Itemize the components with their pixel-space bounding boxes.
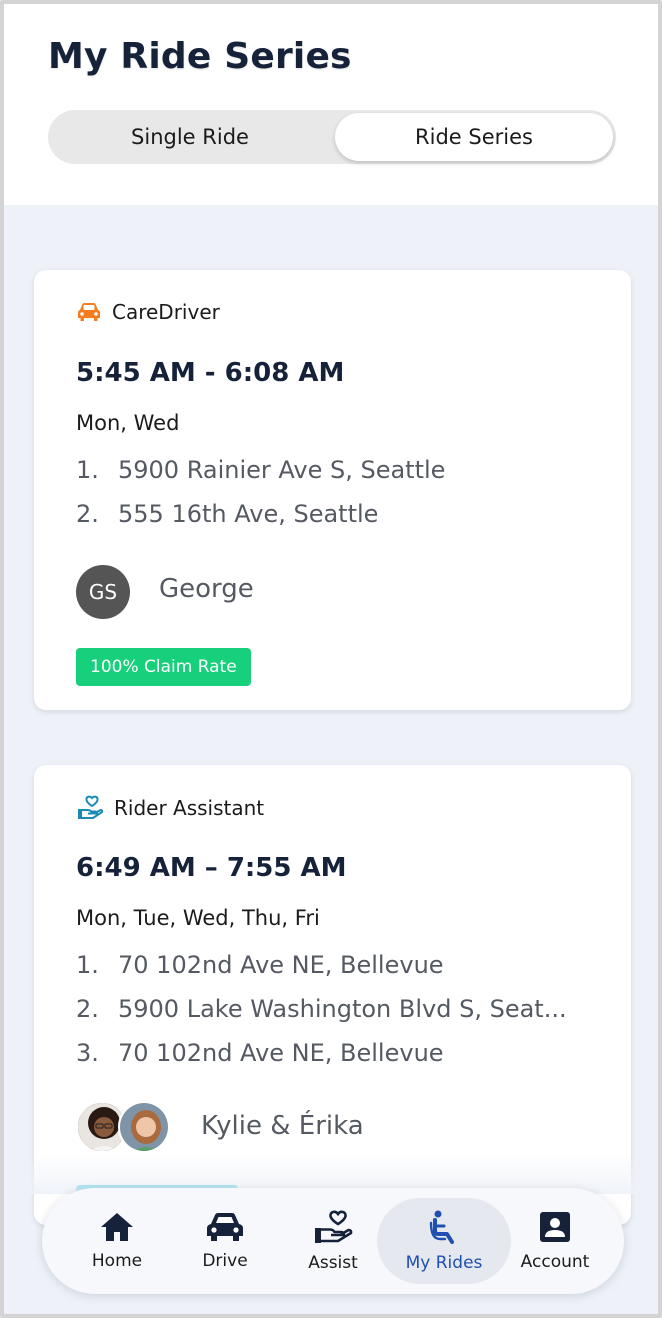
rider-name: George — [159, 574, 254, 604]
stop-address: 1. 70 102nd Ave NE, Bellevue — [76, 951, 596, 979]
heart-hand-icon — [315, 1210, 353, 1243]
stop-address: 1. 5900 Rainier Ave S, Seattle — [76, 456, 596, 484]
service-label: CareDriver — [112, 300, 220, 324]
nav-item-label: Home — [91, 1251, 143, 1271]
stop-address-text: 70 102nd Ave NE, Bellevue — [118, 951, 444, 979]
service-label: Rider Assistant — [114, 796, 265, 820]
nav-item-my-rides[interactable]: My Rides — [377, 1198, 511, 1284]
stop-address: 3. 70 102nd Ave NE, Bellevue — [76, 1039, 596, 1067]
nav-item-assist[interactable]: Assist — [278, 1198, 388, 1284]
home-icon — [101, 1213, 133, 1241]
nav-item-home[interactable]: Home — [62, 1198, 172, 1284]
header: My Ride Series Single Ride Ride Series — [4, 4, 658, 205]
app-frame: My Ride Series Single Ride Ride Series C… — [0, 0, 662, 1318]
heart-hand-icon — [78, 795, 104, 819]
ride-type-toggle: Single Ride Ride Series — [48, 110, 616, 164]
nav-item-label: My Rides — [405, 1253, 483, 1273]
ride-time: 6:49 AM – 7:55 AM — [76, 853, 347, 883]
nav-item-label: Account — [520, 1252, 590, 1272]
stop-number: 2. — [76, 995, 99, 1023]
ride-days: Mon, Wed — [76, 411, 180, 435]
person-photo-icon — [120, 1103, 168, 1151]
page-title: My Ride Series — [48, 36, 352, 77]
account-icon — [540, 1212, 570, 1242]
stop-address-text: 555 16th Ave, Seattle — [118, 500, 379, 528]
tab-single-ride[interactable]: Single Ride — [51, 113, 329, 161]
ride-series-card[interactable]: CareDriver 5:45 AM - 6:08 AM Mon, Wed 1.… — [34, 270, 631, 710]
avatar — [118, 1101, 170, 1153]
seated-person-icon — [429, 1210, 454, 1244]
stop-address-text: 5900 Rainier Ave S, Seattle — [118, 456, 446, 484]
rider-name: Kylie & Érika — [201, 1111, 364, 1141]
stop-address: 2. 5900 Lake Washington Blvd S, Seat... — [76, 995, 596, 1023]
car-icon — [78, 303, 100, 321]
nav-item-label: Assist — [308, 1253, 358, 1273]
ride-days: Mon, Tue, Wed, Thu, Fri — [76, 906, 320, 930]
bottom-nav: Home Drive Assist My Rides Account — [42, 1188, 624, 1294]
nav-item-drive[interactable]: Drive — [170, 1198, 280, 1284]
stop-number: 1. — [76, 456, 99, 484]
stop-address-text: 5900 Lake Washington Blvd S, Seat... — [118, 995, 567, 1023]
nav-item-account[interactable]: Account — [500, 1198, 610, 1284]
service-type: CareDriver — [76, 300, 220, 324]
stop-number: 3. — [76, 1039, 99, 1067]
avatar: GS — [76, 565, 130, 619]
stop-address-text: 70 102nd Ave NE, Bellevue — [118, 1039, 444, 1067]
car-icon — [207, 1213, 243, 1241]
status-badge: 100% Claim Rate — [76, 648, 251, 686]
nav-item-label: Drive — [202, 1251, 248, 1271]
stop-address: 2. 555 16th Ave, Seattle — [76, 500, 596, 528]
stop-number: 1. — [76, 951, 99, 979]
stop-number: 2. — [76, 500, 99, 528]
ride-time: 5:45 AM - 6:08 AM — [76, 358, 345, 388]
service-type: Rider Assistant — [76, 795, 264, 821]
tab-ride-series[interactable]: Ride Series — [335, 113, 613, 161]
